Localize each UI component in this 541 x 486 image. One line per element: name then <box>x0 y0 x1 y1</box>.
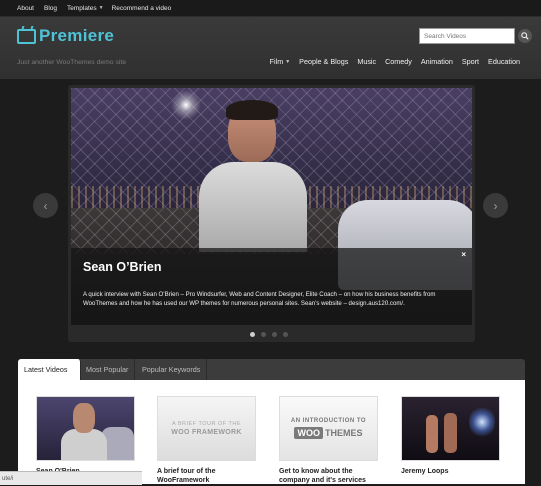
thumb-text: A BRIEF TOUR OF THE <box>171 421 242 427</box>
thumb-text: AN INTRODUCTION TO <box>290 418 367 424</box>
search-form <box>419 28 532 44</box>
featured-slider: Sean O’Brien A quick interview with Sean… <box>68 85 475 342</box>
topnav-recommend-link[interactable]: Recommend a video <box>112 5 172 12</box>
nav-animation[interactable]: Animation <box>421 57 453 66</box>
slide-dot-2[interactable] <box>261 332 266 337</box>
top-bar: About Blog Templates ▼ Recommend a video <box>0 0 541 17</box>
video-tabs: Latest Videos Most Popular Popular Keywo… <box>18 359 525 484</box>
person-hair <box>226 100 278 120</box>
video-item: Sean O'Brien <box>36 396 135 477</box>
slide-dot-3[interactable] <box>272 332 277 337</box>
person-body <box>199 162 307 252</box>
stage-light <box>469 405 495 439</box>
video-title[interactable]: A brief tour of the WooFramework <box>157 468 257 486</box>
chevron-right-icon: › <box>493 198 498 213</box>
featured-description: A quick interview with Sean O’Brien – Pr… <box>83 291 436 307</box>
nav-comedy[interactable]: Comedy <box>385 57 412 66</box>
head-shape <box>73 403 95 433</box>
nav-sport[interactable]: Sport <box>462 57 479 66</box>
woo-logo-text: WOO <box>294 427 323 439</box>
tab-panel-latest-videos: Sean O'Brien A BRIEF TOUR OF THE WOO FRA… <box>18 380 525 484</box>
featured-caption: Sean O’Brien A quick interview with Sean… <box>71 248 472 325</box>
performer-2 <box>444 413 457 453</box>
chevron-left-icon: ‹ <box>43 198 48 213</box>
search-input[interactable] <box>419 28 515 44</box>
logo-text: Premiere <box>39 26 115 45</box>
top-nav: About Blog Templates ▼ Recommend a video <box>17 0 181 16</box>
tab-popular-keywords[interactable]: Popular Keywords <box>136 359 208 380</box>
search-icon <box>521 32 529 40</box>
tv-icon <box>17 28 36 44</box>
main-nav: Film ▼ People & Blogs Music Comedy Anima… <box>261 57 520 66</box>
topnav-about-link[interactable]: About <box>17 5 34 12</box>
search-button[interactable] <box>518 29 532 43</box>
video-title[interactable]: Get to know about the company and it's s… <box>279 468 379 486</box>
featured-title[interactable]: Sean O’Brien <box>83 260 162 274</box>
close-icon[interactable]: × <box>461 250 466 259</box>
nav-education[interactable]: Education <box>488 57 520 66</box>
slider-pagination <box>250 332 294 337</box>
chevron-down-icon: ▼ <box>98 5 104 11</box>
site-tagline: Just another WooThemes demo site <box>17 59 127 66</box>
body-shape <box>61 429 107 460</box>
tab-bar: Latest Videos Most Popular Popular Keywo… <box>18 359 525 380</box>
thumb-text: WOO FRAMEWORK <box>171 429 242 436</box>
tab-most-popular[interactable]: Most Popular <box>80 359 136 380</box>
chevron-down-icon: ▼ <box>285 58 291 65</box>
video-thumbnail[interactable]: AN INTRODUCTION TO WOO THEMES <box>279 396 378 461</box>
site-logo[interactable]: Premiere <box>17 26 114 46</box>
status-text: ute/i <box>2 475 14 482</box>
video-thumbnail[interactable] <box>401 396 500 461</box>
slide-dot-1[interactable] <box>250 332 255 337</box>
site-header: Premiere Just another WooThemes demo sit… <box>0 17 541 79</box>
nav-people-blogs[interactable]: People & Blogs <box>299 57 348 66</box>
video-item: A BRIEF TOUR OF THE WOO FRAMEWORK A brie… <box>157 396 257 486</box>
performer-1 <box>426 415 438 453</box>
video-title[interactable]: Jeremy Loops <box>401 468 501 477</box>
tab-latest-videos[interactable]: Latest Videos <box>18 359 81 380</box>
video-item: AN INTRODUCTION TO WOO THEMES Get to kno… <box>279 396 379 486</box>
topnav-templates-link[interactable]: Templates <box>67 5 97 12</box>
topnav-blog-link[interactable]: Blog <box>44 5 57 12</box>
slider-next-button[interactable]: › <box>483 193 508 218</box>
woothemes-logo: WOO THEMES <box>294 427 363 439</box>
slide-dot-4[interactable] <box>283 332 288 337</box>
nav-music[interactable]: Music <box>357 57 376 66</box>
video-thumbnail[interactable]: A BRIEF TOUR OF THE WOO FRAMEWORK <box>157 396 256 461</box>
slider-prev-button[interactable]: ‹ <box>33 193 58 218</box>
browser-status-bar: ute/i <box>0 471 142 485</box>
nav-film[interactable]: Film <box>270 57 284 66</box>
themes-logo-text: THEMES <box>324 428 363 438</box>
video-thumbnail[interactable] <box>36 396 135 461</box>
video-item: Jeremy Loops <box>401 396 501 477</box>
